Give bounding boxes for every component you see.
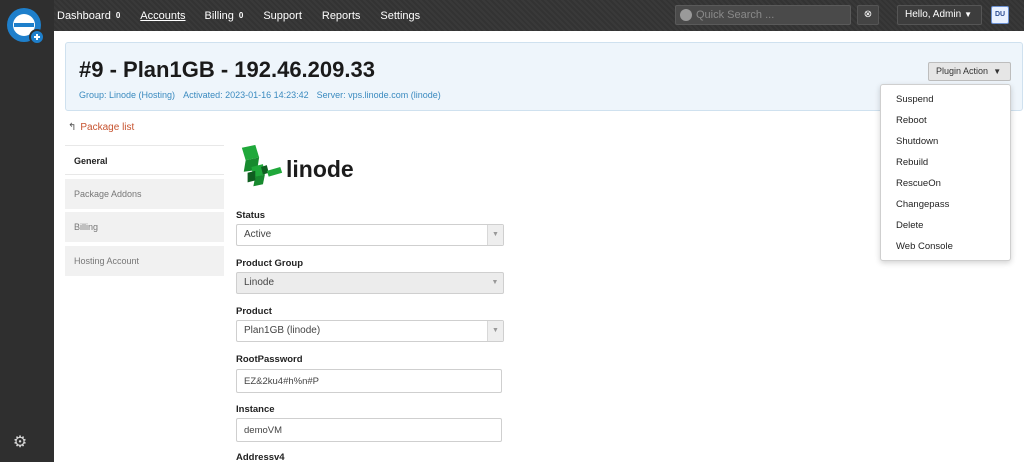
menu-item-shutdown[interactable]: Shutdown xyxy=(881,133,1010,154)
server-link[interactable]: Server: vps.linode.com (linode) xyxy=(317,90,441,100)
addressv4-label: Addressv4 xyxy=(236,452,285,462)
instance-label: Instance xyxy=(236,404,275,415)
quick-search xyxy=(675,5,851,25)
chevron-down-icon: ▼ xyxy=(487,321,503,341)
nav-support-label: Support xyxy=(263,9,302,22)
search-input[interactable] xyxy=(696,8,846,22)
chevron-down-icon: ▼ xyxy=(491,279,499,286)
search-icon xyxy=(680,9,692,21)
status-label: Status xyxy=(236,210,266,221)
nav-settings-label: Settings xyxy=(380,9,421,22)
top-navbar: Dashboard 0 Accounts Billing 0 Support R… xyxy=(54,0,1024,31)
status-select[interactable]: Active ▼ xyxy=(236,224,504,246)
menu-item-rebuild[interactable]: Rebuild xyxy=(881,154,1010,175)
brand-name: linode xyxy=(286,156,354,182)
x-circle-icon[interactable]: ⊗ xyxy=(857,5,879,25)
activated-text: Activated: 2023-01-16 14:23:42 xyxy=(183,90,309,100)
header-meta: Group: Linode (Hosting) Activated: 2023-… xyxy=(79,90,441,100)
tab-package-addons[interactable]: Package Addons xyxy=(65,179,224,209)
nav-dashboard-badge: 0 xyxy=(115,11,121,20)
chevron-down-icon: ▼ xyxy=(487,225,503,245)
menu-item-suspend[interactable]: Suspend xyxy=(881,91,1010,112)
product-select[interactable]: Plan1GB (linode) ▼ xyxy=(236,320,504,342)
nav-accounts[interactable]: Accounts xyxy=(140,0,185,31)
nav-reports[interactable]: Reports xyxy=(322,0,361,31)
caret-down-icon: ▼ xyxy=(991,67,1002,76)
nav-billing[interactable]: Billing 0 xyxy=(205,0,244,31)
menu-item-web-console[interactable]: Web Console xyxy=(881,238,1010,259)
tab-general[interactable]: General xyxy=(65,145,224,175)
package-list-label: Package list xyxy=(80,122,135,133)
product-label: Product xyxy=(236,306,272,317)
product-group-select: Linode ▼ xyxy=(236,272,504,294)
avatar[interactable]: DU xyxy=(991,6,1009,24)
menu-item-reboot[interactable]: Reboot xyxy=(881,112,1010,133)
nav-support[interactable]: Support xyxy=(263,0,302,31)
user-menu-label: Hello, Admin xyxy=(905,9,962,20)
product-value: Plan1GB (linode) xyxy=(244,325,321,336)
caret-down-icon: ▼ xyxy=(964,10,973,19)
linode-logo-icon xyxy=(241,144,283,187)
nav-reports-label: Reports xyxy=(321,9,361,22)
back-arrow-icon: ↰ xyxy=(68,122,77,133)
plugin-action-menu: Suspend Reboot Shutdown Rebuild RescueOn… xyxy=(880,84,1011,261)
tab-billing[interactable]: Billing xyxy=(65,212,224,242)
rootpassword-label: RootPassword xyxy=(236,354,303,365)
user-menu-button[interactable]: Hello, Admin ▼ xyxy=(897,5,982,25)
nav-billing-badge: 0 xyxy=(238,11,244,20)
product-group-label: Product Group xyxy=(236,258,304,269)
menu-item-changepass[interactable]: Changepass xyxy=(881,196,1010,217)
settings-gear-icon[interactable]: ⚙ xyxy=(11,434,29,452)
left-rail: ⚙ xyxy=(0,0,54,462)
main-nav: Dashboard 0 Accounts Billing 0 Support R… xyxy=(54,0,434,31)
instance-field[interactable] xyxy=(236,418,502,442)
menu-item-rescueon[interactable]: RescueOn xyxy=(881,175,1010,196)
nav-dashboard[interactable]: Dashboard 0 xyxy=(57,0,120,31)
rootpassword-field[interactable] xyxy=(236,369,502,393)
nav-dashboard-label: Dashboard xyxy=(57,9,111,22)
tab-hosting-account[interactable]: Hosting Account xyxy=(65,246,224,276)
nav-accounts-label: Accounts xyxy=(140,9,186,22)
nav-settings[interactable]: Settings xyxy=(380,0,420,31)
plugin-action-label: Plugin Action xyxy=(936,66,989,76)
nav-billing-label: Billing xyxy=(204,9,234,22)
status-value: Active xyxy=(244,229,272,240)
page-title: #9 - Plan1GB - 192.46.209.33 xyxy=(79,57,375,82)
package-list-link[interactable]: ↰ Package list xyxy=(68,122,134,133)
product-group-value: Linode xyxy=(244,277,275,288)
plugin-action-button[interactable]: Plugin Action ▼ xyxy=(928,62,1011,81)
group-link[interactable]: Group: Linode (Hosting) xyxy=(79,90,175,100)
app-logo-icon[interactable] xyxy=(4,4,46,46)
menu-item-delete[interactable]: Delete xyxy=(881,217,1010,238)
